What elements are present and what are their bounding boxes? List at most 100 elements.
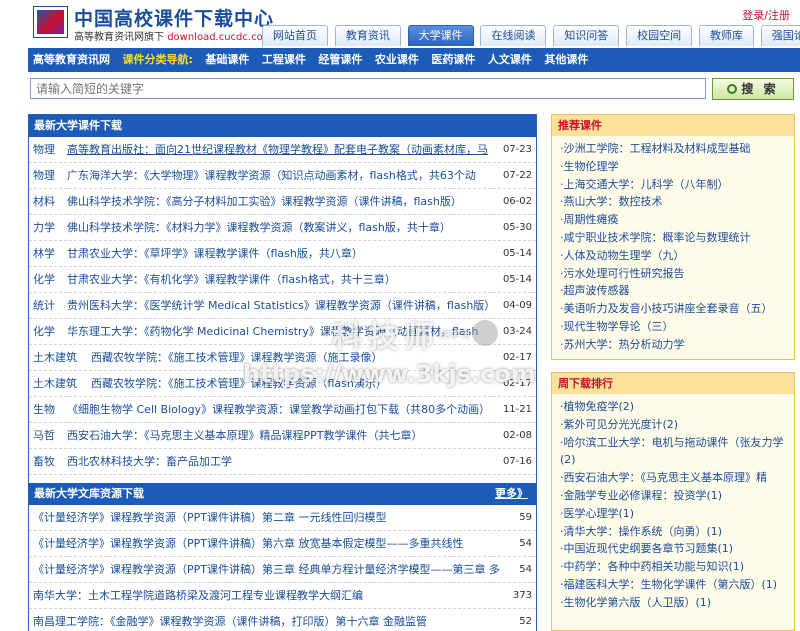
row-category[interactable]: 力学: [33, 215, 55, 240]
list-item[interactable]: ·咸宁职业技术学院：概率论与数理统计: [552, 229, 794, 247]
nav-item-economics[interactable]: 经管课件: [318, 53, 362, 66]
row-category[interactable]: 土木建筑: [33, 345, 77, 370]
row-title-link[interactable]: 西安石油大学：《马克思主义基本原理》精品课程PPT教学课件（共七章）: [67, 423, 496, 448]
row-category[interactable]: 物理: [33, 163, 55, 188]
list-item[interactable]: ·生物化学第六版（人卫版）(1): [552, 594, 794, 612]
watermark-text: 科技师: [332, 320, 440, 355]
table-row: 《计量经济学》课程教学资源（PPT课件讲稿）第三章 经典单方程计量经济学模型——…: [29, 557, 536, 583]
nav-site-link[interactable]: 高等教育资讯网: [33, 53, 110, 66]
row-category[interactable]: 统计: [33, 293, 55, 318]
search-input[interactable]: [30, 78, 706, 99]
tab-campus-space[interactable]: 校园空间: [626, 25, 693, 46]
list-item[interactable]: ·污水处理可行性研究报告: [552, 265, 794, 283]
list-item[interactable]: ·哈尔滨工业大学：电机与拖动课件（张友力学(2): [552, 434, 794, 470]
library-more-link[interactable]: 更多》: [495, 483, 528, 505]
row-title-link[interactable]: 南昌理工学院：《金融学》课程教学资源（课件讲稿，打印版）第十六章 金融监管: [33, 609, 500, 631]
list-item[interactable]: ·金融学专业必修课程：投资学(1): [552, 487, 794, 505]
row-title-link[interactable]: 《计量经济学》课程教学资源（PPT课件讲稿）第六章 放宽基本假定模型——多重共线…: [33, 531, 500, 556]
table-row: 材料 佛山科学技术学院：《高分子材料加工实验》课程教学资源（课件讲稿，flash版…: [29, 189, 536, 215]
library-header: 最新大学文库资源下载 更多》: [29, 483, 536, 505]
site-logo[interactable]: [33, 6, 68, 38]
watermark-url: https://www.3kjs.com: [243, 360, 536, 388]
list-item[interactable]: ·上海交通大学：儿科学（八年制）: [552, 176, 794, 194]
row-date: 07-23: [502, 144, 532, 155]
category-navbar: 高等教育资讯网 课件分类导航: 基础课件 工程课件 经管课件 农业课件 医药课件…: [28, 48, 800, 72]
list-item[interactable]: ·苏州大学：热分析动力学: [552, 336, 794, 354]
latest-courseware-list: 物理 高等教育出版社：面向21世纪课程教材《物理学教程》配套电子教案（动画素材库，…: [29, 137, 536, 475]
table-row: 《计量经济学》课程教学资源（PPT课件讲稿）第二章 一元线性回归模型 59: [29, 505, 536, 531]
row-category[interactable]: 材料: [33, 189, 55, 214]
row-title-link[interactable]: 《计量经济学》课程教学资源（PPT课件讲稿）第三章 经典单方程计量经济学模型——…: [33, 557, 500, 582]
tab-forum[interactable]: 强国论坛: [760, 25, 800, 46]
list-item[interactable]: ·现代生物学导论（三）: [552, 318, 794, 336]
search-bar: 搜 索: [28, 76, 800, 102]
list-item[interactable]: ·沙洲工学院：工程材料及材料成型基础: [552, 140, 794, 158]
tab-home[interactable]: 网站首页: [262, 25, 328, 46]
row-title-link[interactable]: 《计量经济学》课程教学资源（PPT课件讲稿）第二章 一元线性回归模型: [33, 505, 500, 530]
row-date: 06-02: [502, 196, 532, 207]
table-row: 力学 佛山科学技术学院：《材料力学》课程教学资源（教案讲义，flash版，共十章）…: [29, 215, 536, 241]
list-item[interactable]: ·人体及动物生理学（九）: [552, 247, 794, 265]
library-list: 《计量经济学》课程教学资源（PPT课件讲稿）第二章 一元线性回归模型 59 《计量经…: [29, 505, 536, 631]
nav-item-basic[interactable]: 基础课件: [205, 53, 249, 66]
row-title-link[interactable]: 甘肃农业大学：《草坪学》课程教学课件（flash版，共八章）: [67, 241, 496, 266]
row-category[interactable]: 化学: [33, 319, 55, 344]
list-item[interactable]: ·中药学：各种中药相关功能与知识(1): [552, 558, 794, 576]
row-category[interactable]: 物理: [33, 137, 55, 162]
list-item[interactable]: ·燕山大学：数控技术: [552, 193, 794, 211]
nav-item-medicine[interactable]: 医药课件: [431, 53, 475, 66]
site-title[interactable]: 中国高校课件下载中心: [74, 4, 274, 31]
recommended-list: ·沙洲工学院：工程材料及材料成型基础 ·生物伦理学 ·上海交通大学：儿科学（八年制）…: [552, 136, 794, 354]
row-date: 05-30: [502, 222, 532, 233]
row-title-link[interactable]: 广东海洋大学：《大学物理》课程教学资源（知识点动画素材，flash格式，共63个…: [67, 163, 496, 188]
row-category[interactable]: 马哲: [33, 423, 55, 448]
tab-qa[interactable]: 知识问答: [553, 25, 620, 46]
login-register-link[interactable]: 登录/注册: [742, 7, 790, 23]
row-title-link[interactable]: 西北农林科技大学：畜产品加工学: [67, 449, 496, 474]
tab-teacher-library[interactable]: 教师库: [698, 25, 754, 46]
table-row: 生物 《细胞生物学 Cell Biology》课程教学资源：课堂教学动画打包下载（…: [29, 397, 536, 423]
list-item[interactable]: ·清华大学：操作系统（向勇）(1): [552, 523, 794, 541]
row-category[interactable]: 生物: [33, 397, 55, 422]
row-count: 373: [512, 590, 532, 601]
row-category[interactable]: 化学: [33, 267, 55, 292]
row-title-link[interactable]: 甘肃农业大学：《有机化学》课程教学课件（flash格式，共十三章）: [67, 267, 496, 292]
row-category[interactable]: 土木建筑: [33, 371, 77, 396]
list-item[interactable]: ·紫外可见分光光度计(2): [552, 416, 794, 434]
row-date: 07-22: [502, 170, 532, 181]
site-subtitle: 高等教育资讯网旗下 download.cucdc.com: [74, 28, 272, 43]
list-item[interactable]: ·超声波传感器: [552, 282, 794, 300]
row-category[interactable]: 畜牧: [33, 449, 55, 474]
list-item[interactable]: ·周期性瘫痪: [552, 211, 794, 229]
row-date: 05-14: [502, 274, 532, 285]
row-title-link[interactable]: 《细胞生物学 Cell Biology》课程教学资源：课堂教学动画打包下载（共8…: [67, 397, 496, 422]
row-category[interactable]: 林学: [33, 241, 55, 266]
nav-item-agriculture[interactable]: 农业课件: [375, 53, 419, 66]
search-icon: [727, 84, 738, 94]
table-row: 《计量经济学》课程教学资源（PPT课件讲稿）第六章 放宽基本假定模型——多重共线…: [29, 531, 536, 557]
row-title-link[interactable]: 南华大学：土木工程学院道路桥梁及渡河工程专业课程教学大纲汇编: [33, 583, 500, 608]
nav-item-humanities[interactable]: 人文课件: [488, 53, 532, 66]
list-item[interactable]: ·医学心理学(1): [552, 505, 794, 523]
recommended-panel: 推荐课件 ·沙洲工学院：工程材料及材料成型基础 ·生物伦理学 ·上海交通大学：儿科学…: [551, 114, 795, 360]
list-item[interactable]: ·福建医科大学：生物化学课件（第六版）(1): [552, 576, 794, 594]
table-row: 南华大学：土木工程学院道路桥梁及渡河工程专业课程教学大纲汇编 373: [29, 583, 536, 609]
tab-education-news[interactable]: 教育资讯: [334, 25, 401, 46]
nav-item-other[interactable]: 其他课件: [544, 53, 588, 66]
search-button[interactable]: 搜 索: [712, 78, 794, 100]
list-item[interactable]: ·西安石油大学：《马克思主义基本原理》精: [552, 469, 794, 487]
table-row: 南昌理工学院：《金融学》课程教学资源（课件讲稿，打印版）第十六章 金融监管 52: [29, 609, 536, 631]
row-title-link[interactable]: 佛山科学技术学院：《材料力学》课程教学资源（教案讲义，flash版，共十章）: [67, 215, 496, 240]
row-title-link[interactable]: 高等教育出版社：面向21世纪课程教材《物理学教程》配套电子教案（动画素材库，马: [67, 137, 496, 162]
tab-courseware[interactable]: 大学课件: [407, 25, 474, 46]
list-item[interactable]: ·植物免疫学(2): [552, 398, 794, 416]
tab-online-reading[interactable]: 在线阅读: [480, 25, 547, 46]
list-item[interactable]: ·生物伦理学: [552, 158, 794, 176]
list-item[interactable]: ·美语听力及发音小技巧讲座全套录音（五）: [552, 300, 794, 318]
list-item[interactable]: ·中国近现代史纲要各章节习题集(1): [552, 540, 794, 558]
weekly-ranking-panel: 周下载排行 ·植物免疫学(2) ·紫外可见分光光度计(2) ·哈尔滨工业大学：电机与…: [551, 372, 795, 631]
table-row: 林学 甘肃农业大学：《草坪学》课程教学课件（flash版，共八章） 05-14: [29, 241, 536, 267]
watermark-subtext: 的学习: [440, 330, 470, 341]
row-title-link[interactable]: 佛山科学技术学院：《高分子材料加工实验》课程教学资源（课件讲稿，flash版）: [67, 189, 496, 214]
nav-item-engineering[interactable]: 工程课件: [262, 53, 306, 66]
